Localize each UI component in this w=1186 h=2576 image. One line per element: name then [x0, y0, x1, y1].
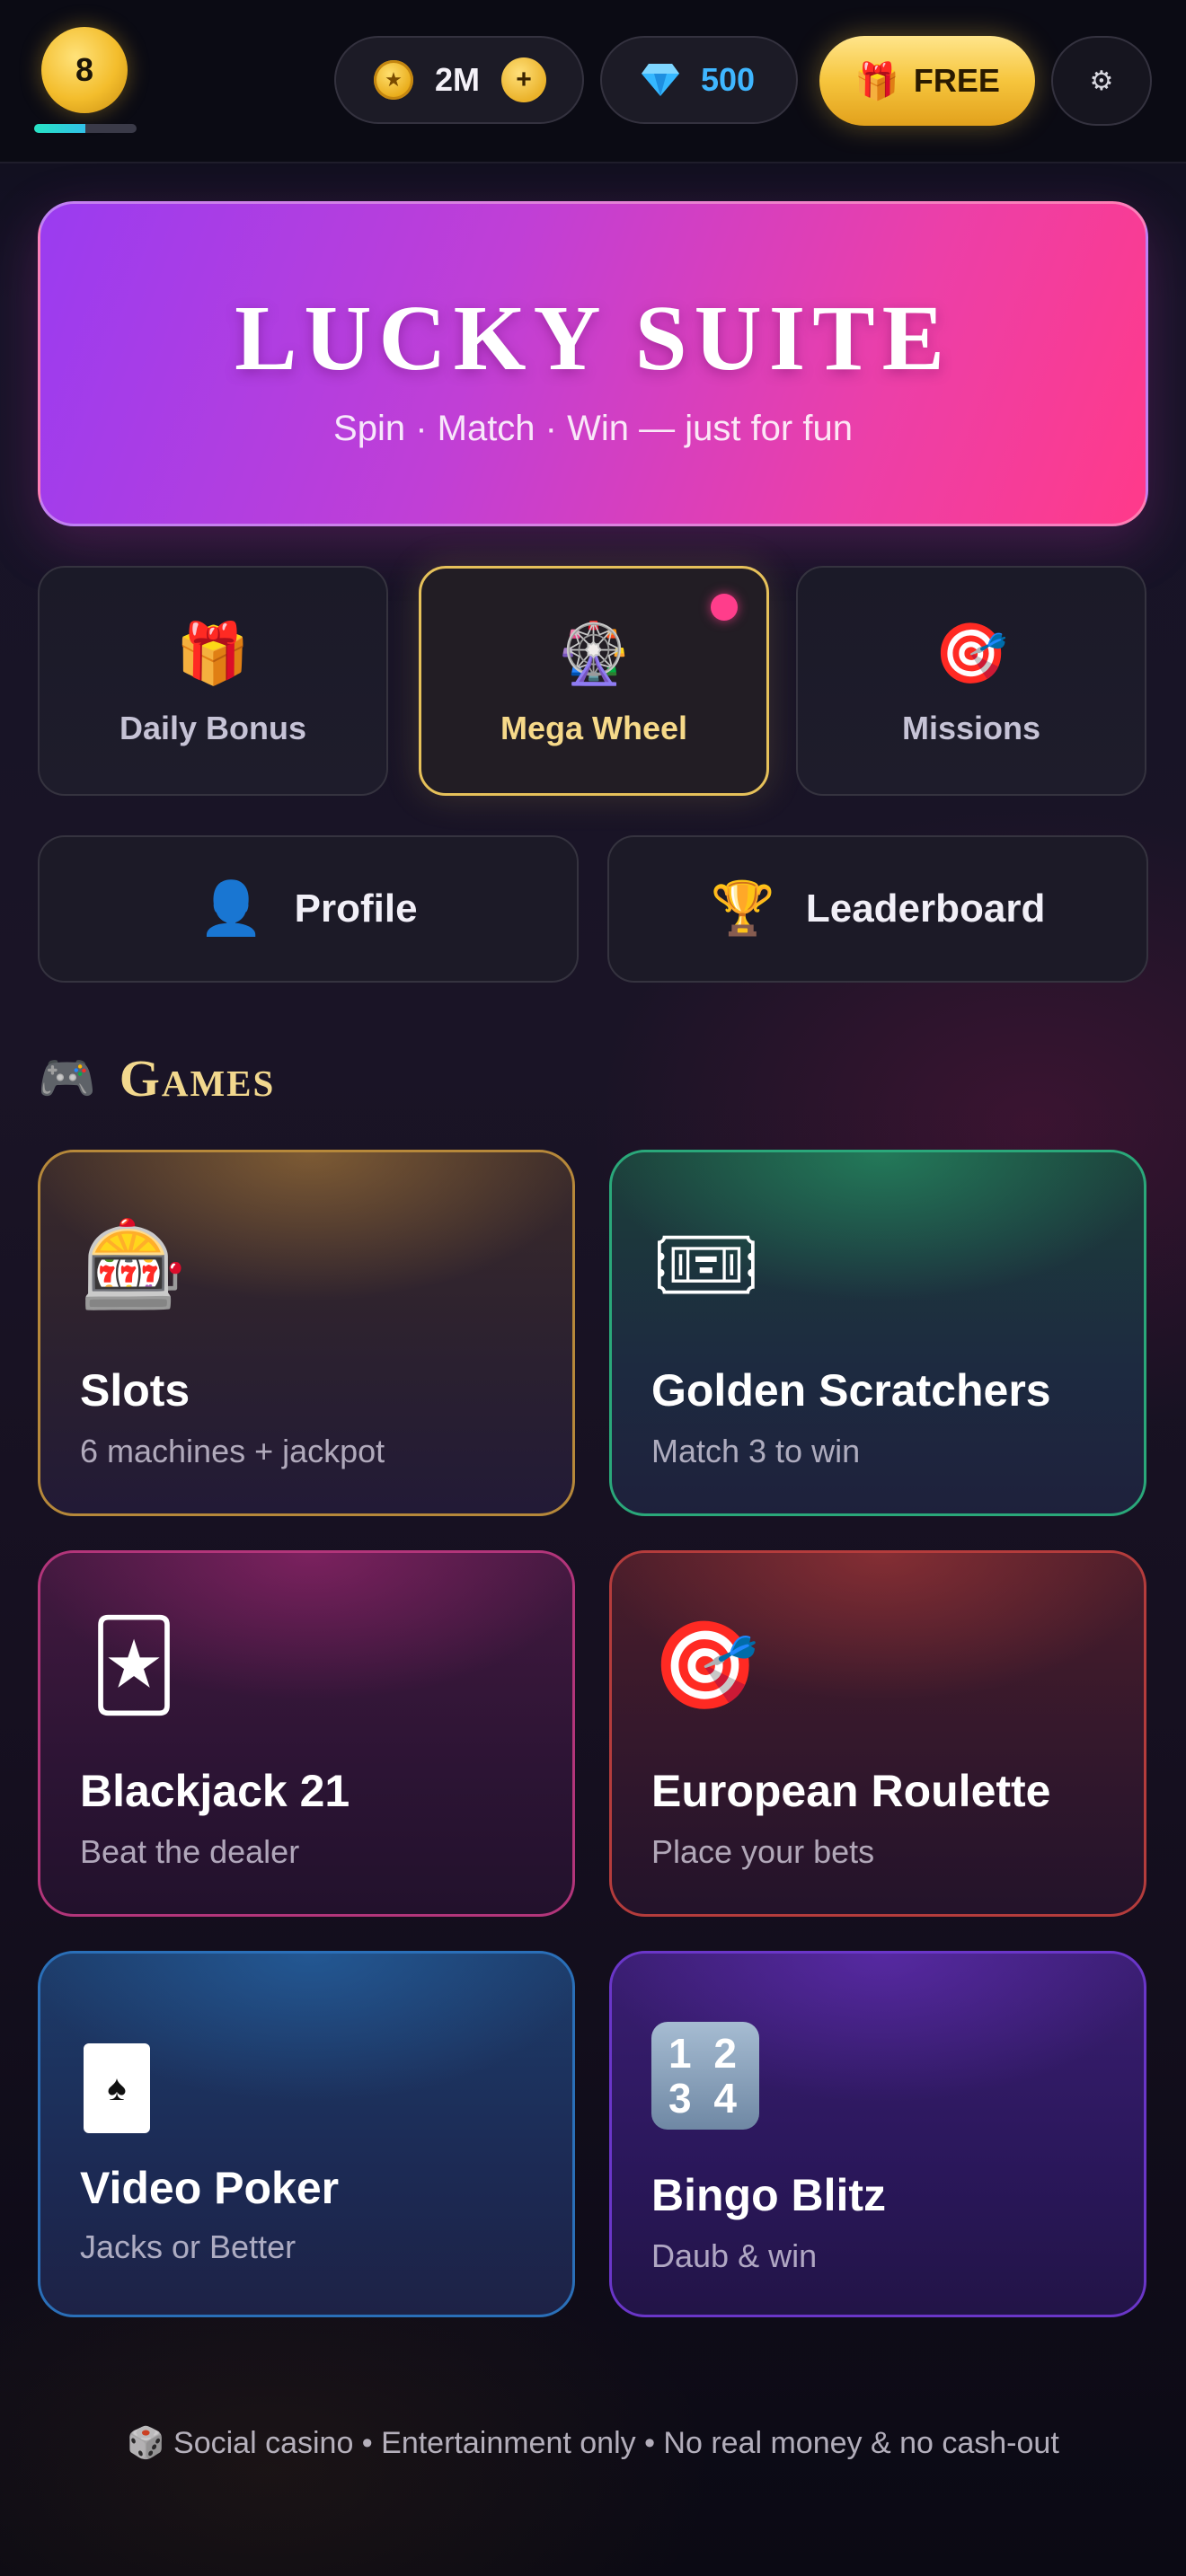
user-icon: 👤 — [199, 879, 264, 938]
missions-button[interactable]: 🎯 Missions — [796, 566, 1146, 796]
game-subtitle: Match 3 to win — [651, 1433, 861, 1469]
number-grid-icon: 1 2 3 4 — [651, 2022, 759, 2130]
game-title: European Roulette — [651, 1766, 1051, 1816]
mega-wheel-button[interactable]: 🎡 Mega Wheel — [419, 566, 769, 796]
hero-subtitle: Spin · Match · Win — just for fun — [333, 409, 853, 448]
gamepad-icon: 🎮 — [38, 1052, 96, 1105]
game-title: Golden Scratchers — [651, 1365, 1051, 1416]
game-title: Blackjack 21 — [80, 1766, 350, 1816]
coin-balance: 2M — [435, 61, 481, 98]
profile-label: Profile — [294, 887, 418, 931]
hero-title: LUCKY SUITE — [235, 287, 951, 390]
ticket-icon: 🎟 — [651, 1217, 761, 1313]
trophy-icon: 🏆 — [710, 879, 775, 938]
free-label: FREE — [913, 62, 1000, 99]
top-bar: 8 ★ 2M + 500 🎁 FREE ⚙ — [0, 0, 1186, 163]
gift-icon: 🎁 — [854, 61, 899, 101]
spade-card-icon: ♠ — [84, 2043, 150, 2133]
joker-card-icon: 🃏 — [89, 1618, 179, 1714]
game-title: Video Poker — [80, 2163, 340, 2213]
target-icon: 🎯 — [934, 620, 1009, 686]
game-subtitle: Beat the dealer — [80, 1833, 300, 1870]
spade-icon: ♠ — [107, 2068, 127, 2108]
game-card-golden-scratchers[interactable]: 🎟 Golden Scratchers Match 3 to win — [609, 1150, 1146, 1516]
section-title: Games — [119, 1048, 276, 1107]
notification-dot — [711, 594, 738, 621]
game-title: Bingo Blitz — [651, 2170, 887, 2220]
leaderboard-label: Leaderboard — [805, 887, 1046, 931]
xp-progress-bar — [34, 124, 137, 133]
daily-bonus-button[interactable]: 🎁 Daily Bonus — [38, 566, 388, 796]
hero-banner: LUCKY SUITE Spin · Match · Win — just fo… — [38, 201, 1148, 526]
coin-icon: ★ — [374, 60, 413, 100]
coin-balance-pill[interactable]: ★ 2M + — [334, 36, 584, 124]
ferris-wheel-icon: 🎡 — [556, 620, 632, 686]
game-subtitle: Place your bets — [651, 1833, 875, 1870]
add-coins-button[interactable]: + — [501, 57, 547, 102]
game-card-european-roulette[interactable]: 🎯 European Roulette Place your bets — [609, 1550, 1146, 1917]
mega-wheel-label: Mega Wheel — [500, 710, 688, 746]
gear-icon: ⚙ — [1089, 66, 1114, 96]
gem-icon — [642, 64, 679, 96]
game-title: Slots — [80, 1365, 190, 1416]
gift-icon: 🎁 — [175, 620, 251, 686]
game-card-bingo-blitz[interactable]: 1 2 3 4 Bingo Blitz Daub & win — [609, 1951, 1146, 2317]
leaderboard-button[interactable]: 🏆 Leaderboard — [607, 835, 1148, 983]
missions-label: Missions — [901, 710, 1041, 746]
xp-progress-fill — [34, 124, 85, 133]
gem-balance-pill[interactable]: 500 — [600, 36, 798, 124]
target-icon: 🎯 — [651, 1618, 759, 1714]
game-subtitle: 6 machines + jackpot — [80, 1433, 385, 1469]
footer-text: Social casino • Entertainment only • No … — [173, 2426, 1059, 2460]
daily-bonus-label: Daily Bonus — [119, 710, 307, 746]
dice-icon: 🎲 — [127, 2426, 165, 2460]
games-section-header: 🎮 Games — [38, 1042, 275, 1114]
level-badge[interactable]: 8 — [41, 27, 128, 113]
game-subtitle: Daub & win — [651, 2237, 818, 2274]
game-subtitle: Jacks or Better — [80, 2228, 296, 2265]
game-card-blackjack[interactable]: 🃏 Blackjack 21 Beat the dealer — [38, 1550, 575, 1917]
slot-machine-icon: 🎰 — [80, 1217, 188, 1313]
profile-button[interactable]: 👤 Profile — [38, 835, 579, 983]
free-gift-button[interactable]: 🎁 FREE — [819, 36, 1035, 126]
footer-disclaimer: 🎲 Social casino • Entertainment only • N… — [0, 2425, 1186, 2461]
level-number: 8 — [75, 51, 94, 88]
number-grid-text: 1 2 3 4 — [668, 2030, 742, 2122]
game-card-slots[interactable]: 🎰 Slots 6 machines + jackpot — [38, 1150, 575, 1516]
game-card-video-poker[interactable]: ♠ Video Poker Jacks or Better — [38, 1951, 575, 2317]
gem-balance: 500 — [701, 61, 756, 98]
settings-button[interactable]: ⚙ — [1051, 36, 1152, 126]
